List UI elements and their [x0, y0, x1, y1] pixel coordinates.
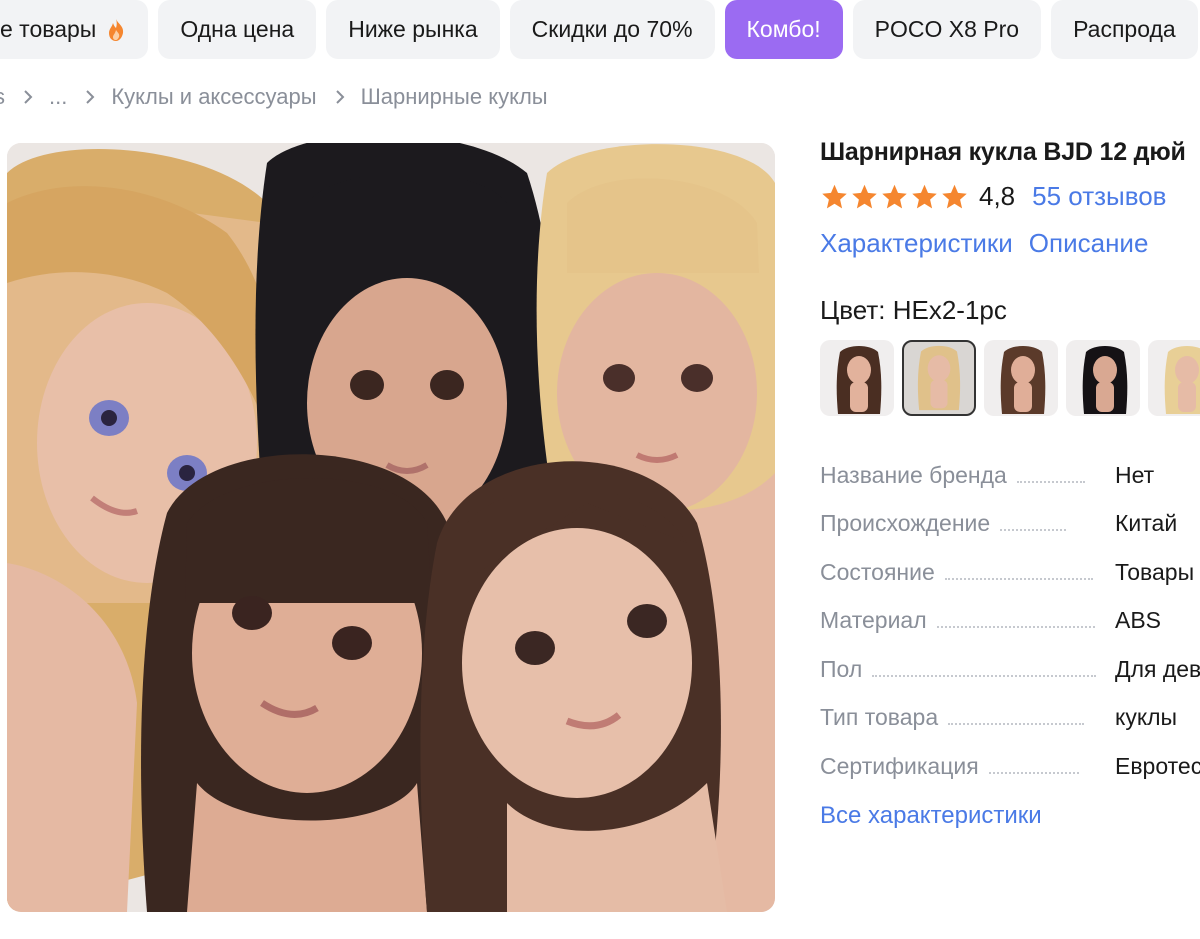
spec-leader	[948, 723, 1085, 725]
product-title: Шарнирная кукла BJD 12 дюй	[820, 138, 1186, 166]
tab-characteristics[interactable]: Характеристики	[820, 228, 1013, 259]
chip-combo[interactable]: Комбо!	[724, 0, 843, 59]
fire-icon	[106, 18, 126, 42]
spec-leader	[1000, 529, 1067, 531]
product-tabs: Характеристики Описание	[820, 228, 1200, 259]
chip-one-price[interactable]: Одна цена	[158, 0, 317, 59]
chip-label: POCO X8 Pro	[874, 16, 1020, 42]
breadcrumb-item[interactable]: s	[0, 84, 5, 110]
spec-key: Сертификация	[820, 752, 979, 779]
chip-label: Распрода	[1073, 16, 1176, 42]
all-specs-link[interactable]: Все характеристики	[820, 802, 1200, 830]
chevron-right-icon	[85, 89, 95, 105]
reviews-link[interactable]: 55 отзывов	[1032, 181, 1166, 212]
spec-key: Состояние	[820, 558, 935, 585]
chip-poco[interactable]: POCO X8 Pro	[852, 0, 1042, 59]
chip-label: Ниже рынка	[348, 16, 478, 42]
spec-row: Сертификация Евротес	[820, 731, 1200, 780]
spec-row: Тип товара куклы	[820, 683, 1200, 732]
spec-row: Происхождение Китай	[820, 489, 1200, 538]
spec-key: Пол	[820, 655, 863, 682]
spec-leader	[988, 771, 1079, 774]
product-main-image[interactable]	[7, 143, 775, 912]
spec-value: Товары	[1115, 558, 1195, 585]
spec-leader	[936, 626, 1095, 628]
chip-label: Одна цена	[180, 16, 295, 42]
spec-key: Материал	[820, 607, 927, 633]
chip-label: е товары	[0, 16, 97, 42]
color-label: Цвет: HEx2-1pc	[820, 295, 1007, 325]
rating-stars	[820, 183, 969, 211]
product-info: Шарнирная кукла BJD 12 дюй 4,8 55 отзыво…	[820, 130, 1200, 830]
spec-value: ABS	[1115, 607, 1162, 633]
spec-key: Название бренда	[820, 461, 1007, 488]
chip-hot-goods[interactable]: е товары	[0, 0, 149, 59]
star-icon	[852, 184, 877, 208]
rating-value: 4,8	[979, 181, 1016, 211]
breadcrumb-item[interactable]: ...	[49, 84, 67, 110]
chevron-right-icon	[23, 89, 33, 105]
spec-key: Происхождение	[820, 510, 991, 536]
spec-value: Китай	[1115, 510, 1178, 536]
star-icon	[882, 184, 907, 208]
chip-below-market[interactable]: Ниже рынка	[326, 0, 500, 59]
spec-key: Тип товара	[820, 704, 939, 730]
specs-list: Название бренда Нет Происхождение Китай …	[820, 440, 1200, 780]
spec-value: Нет	[1115, 461, 1155, 488]
chip-label: Скидки до 70%	[531, 16, 693, 42]
quick-filter-chips: е товары Одна цена Ниже рынка Скидки до …	[0, 0, 1198, 59]
color-swatch[interactable]	[1066, 340, 1140, 416]
tab-description[interactable]: Описание	[1029, 228, 1149, 259]
spec-row: Состояние Товары	[820, 537, 1200, 586]
spec-row: Пол Для дев	[820, 634, 1200, 683]
spec-value: куклы	[1115, 704, 1178, 730]
color-swatch[interactable]	[1148, 340, 1200, 416]
spec-row: Материал ABS	[820, 586, 1200, 635]
chip-discounts[interactable]: Скидки до 70%	[509, 0, 715, 59]
star-icon	[822, 184, 847, 208]
color-swatch[interactable]	[820, 340, 894, 416]
spec-value: Для дев	[1115, 655, 1200, 682]
chevron-right-icon	[335, 89, 345, 105]
spec-row: Название бренда Нет	[820, 440, 1200, 489]
chip-sale[interactable]: Распрода	[1051, 0, 1198, 59]
spec-leader	[1016, 480, 1085, 483]
breadcrumb-item[interactable]: Шарнирные куклы	[361, 84, 548, 110]
star-icon	[912, 184, 937, 208]
color-swatch-selected[interactable]	[902, 340, 976, 416]
breadcrumb: s ... Куклы и аксессуары Шарнирные куклы	[0, 84, 548, 110]
spec-value: Евротес	[1115, 752, 1200, 779]
spec-leader	[944, 577, 1093, 580]
rating-row: 4,8 55 отзывов	[820, 181, 1200, 212]
star-icon	[942, 184, 967, 208]
color-swatches	[820, 340, 1200, 416]
breadcrumb-item[interactable]: Куклы и аксессуары	[111, 84, 316, 110]
spec-leader	[872, 674, 1097, 677]
chip-label: Комбо!	[746, 16, 821, 42]
color-swatch[interactable]	[984, 340, 1058, 416]
